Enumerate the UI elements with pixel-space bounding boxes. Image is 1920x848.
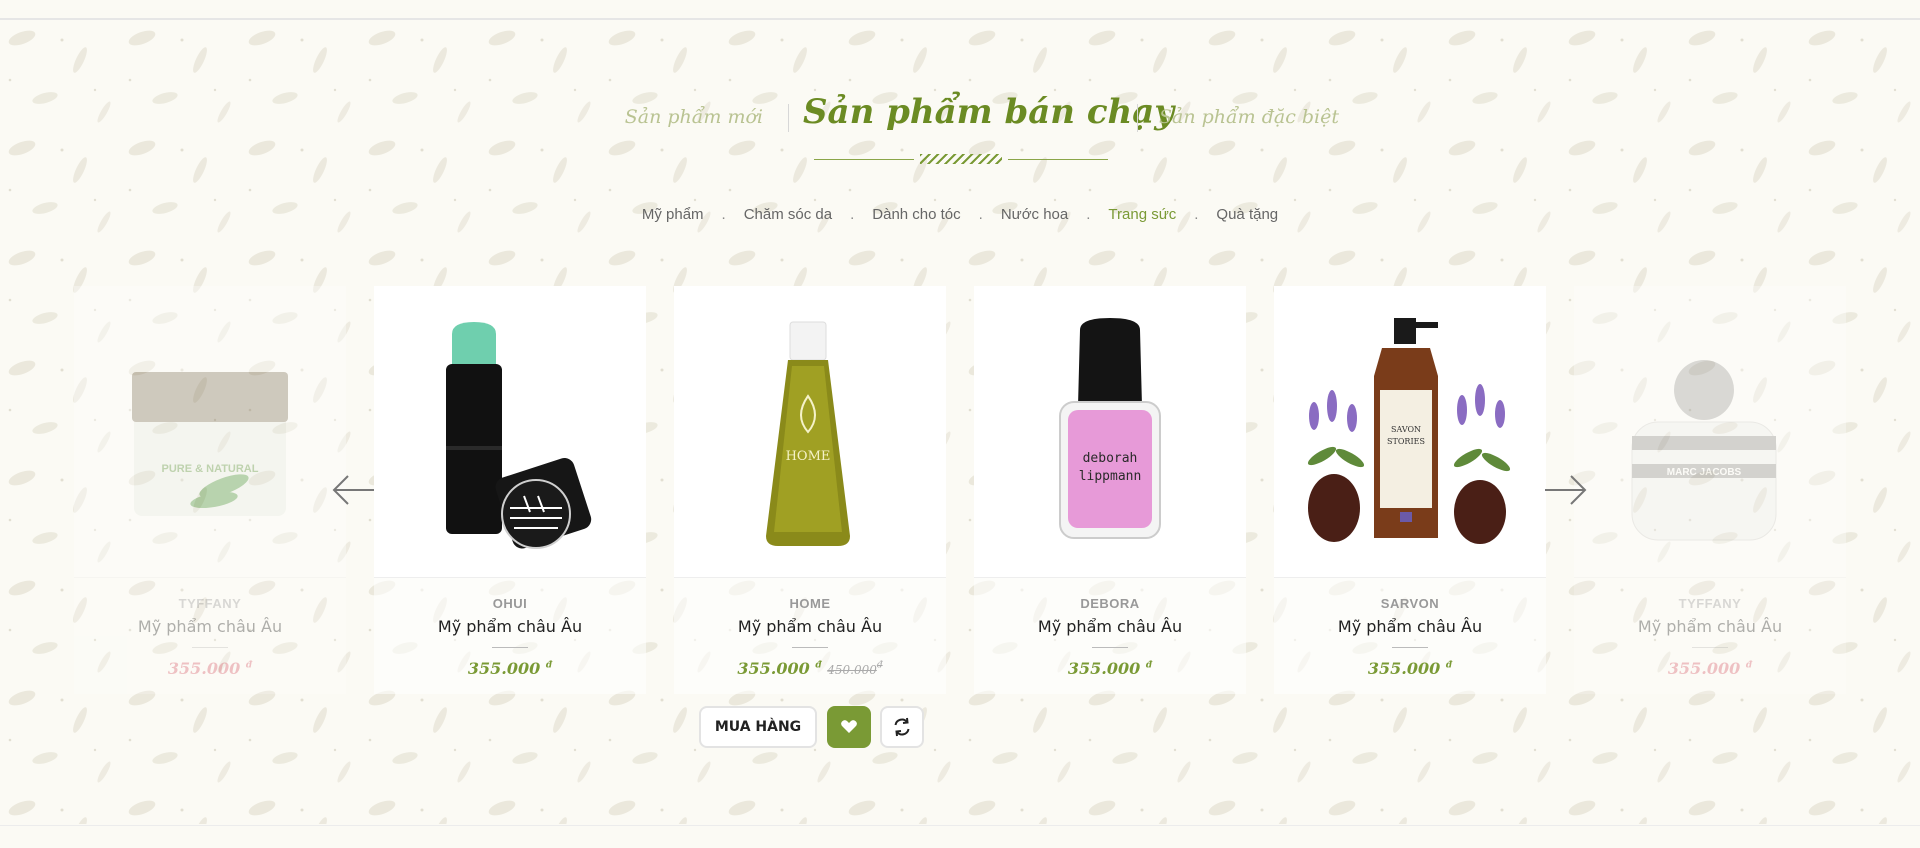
product-info: SARVON Mỹ phẩm châu Âu 355.000 đ: [1274, 578, 1546, 694]
category-qua-tang[interactable]: Quà tặng: [1216, 206, 1278, 223]
tab-divider: [788, 104, 789, 132]
product-brand: SARVON: [1380, 596, 1440, 611]
oil-bottle-image: HOME: [766, 321, 850, 546]
product-name[interactable]: Mỹ phẩm châu Âu: [974, 617, 1246, 636]
perfume-bottle-image: MARC JACOBS: [1631, 360, 1777, 541]
price-value: 355.000: [1367, 659, 1441, 678]
category-trang-suc[interactable]: Trang sức: [1108, 206, 1176, 223]
product-image[interactable]: HOME: [674, 286, 946, 578]
product-info: DEBORA Mỹ phẩm châu Âu 355.000 đ: [974, 578, 1246, 694]
category-filter: Mỹ phẩm. Chăm sóc da. Dành cho tóc. Nước ho…: [0, 206, 1920, 223]
product-image[interactable]: SAVON STORIES: [1274, 286, 1546, 578]
product-price: 355.000 đ 450.000đ: [674, 659, 946, 678]
category-separator: .: [978, 206, 983, 223]
arrow-right-icon[interactable]: [1543, 472, 1589, 508]
tab-special-products[interactable]: Sản phẩm đặc biệt: [1159, 106, 1339, 128]
ornament-hatch: [920, 154, 1002, 164]
bottle-label: HOME: [786, 449, 831, 464]
perfume-label: MARC JACOBS: [1667, 467, 1742, 478]
product-price: 355.000 đ: [1574, 659, 1846, 678]
old-currency-symbol: đ: [876, 660, 883, 671]
product-price: 355.000 đ: [374, 659, 646, 678]
currency-symbol: đ: [1145, 660, 1153, 671]
product-card[interactable]: deborah lippmann DEBORA Mỹ phẩm châu Âu …: [974, 286, 1246, 694]
refresh-icon: [894, 717, 910, 737]
price-value: 355.000: [167, 659, 241, 678]
category-separator: .: [1194, 206, 1199, 223]
buy-button[interactable]: MUA HÀNG: [699, 706, 817, 748]
tab-divider: [1137, 104, 1138, 132]
name-underline: [792, 647, 828, 648]
title-ornament: [814, 152, 1108, 166]
name-underline: [1692, 647, 1728, 648]
soap-label: SAVON: [1391, 425, 1421, 434]
product-name[interactable]: Mỹ phẩm châu Âu: [1274, 617, 1546, 636]
price-value: 355.000: [467, 659, 541, 678]
category-separator: .: [850, 206, 855, 223]
price-value: 355.000: [1667, 659, 1741, 678]
soap-label: STORIES: [1387, 437, 1425, 446]
ornament-line-left: [814, 159, 914, 160]
product-price: 355.000 đ: [974, 659, 1246, 678]
nail-polish-image: deborah lippmann: [1059, 318, 1161, 539]
product-info: TYFFANY Mỹ phẩm châu Âu 355.000 đ: [1574, 578, 1846, 694]
polish-label: deborah: [1083, 451, 1138, 466]
product-card[interactable]: MARC JACOBS TYFFANY Mỹ phẩm châu Âu 355.…: [1574, 286, 1846, 694]
product-price: 355.000 đ: [74, 659, 346, 678]
arrow-left-icon[interactable]: [330, 472, 376, 508]
product-brand: TYFFANY: [1678, 596, 1742, 611]
product-card[interactable]: PURE & NATURAL TYFFANY Mỹ phẩm châu Âu 3…: [74, 286, 346, 694]
product-info: HOME Mỹ phẩm châu Âu 355.000 đ 450.000đ: [674, 578, 946, 694]
currency-symbol: đ: [245, 660, 253, 671]
category-separator: .: [721, 206, 726, 223]
product-image[interactable]: [374, 286, 646, 578]
name-underline: [192, 647, 228, 648]
soap-bottle-image: SAVON STORIES: [1307, 318, 1511, 544]
currency-symbol: đ: [1445, 660, 1453, 671]
product-card[interactable]: HOME HOME Mỹ phẩm châu Âu 355.000 đ 450.…: [674, 286, 946, 694]
price-value: 355.000: [1067, 659, 1141, 678]
price-value: 355.000: [737, 659, 810, 678]
product-info: TYFFANY Mỹ phẩm châu Âu 355.000 đ: [74, 578, 346, 694]
product-name[interactable]: Mỹ phẩm châu Âu: [374, 617, 646, 636]
product-image[interactable]: deborah lippmann: [974, 286, 1246, 578]
polish-label: lippmann: [1079, 469, 1142, 484]
currency-symbol: đ: [545, 660, 553, 671]
category-separator: .: [1086, 206, 1091, 223]
name-underline: [492, 647, 528, 648]
product-brand: DEBORA: [1080, 596, 1140, 611]
category-cham-soc-da[interactable]: Chăm sóc da: [744, 206, 832, 223]
product-card[interactable]: SAVON STORIES SARVON Mỹ phẩm châu Âu 355…: [1274, 286, 1546, 694]
product-name[interactable]: Mỹ phẩm châu Âu: [74, 617, 346, 636]
product-card[interactable]: OHUI Mỹ phẩm châu Âu 355.000 đ: [374, 286, 646, 694]
compare-button[interactable]: [880, 706, 924, 748]
category-nuoc-hoa[interactable]: Nước hoa: [1001, 206, 1068, 223]
cream-jar-image: PURE & NATURAL: [132, 372, 288, 516]
section-tabs: Sản phẩm mới Sản phẩm bán chạy Sản phẩm …: [0, 92, 1920, 142]
tab-new-products[interactable]: Sản phẩm mới: [625, 106, 763, 128]
lipstick-image: [446, 322, 592, 549]
product-image[interactable]: PURE & NATURAL: [74, 286, 346, 578]
tab-best-sellers[interactable]: Sản phẩm bán chạy: [803, 92, 1174, 132]
bottom-divider: [0, 825, 1920, 826]
name-underline: [1392, 647, 1428, 648]
product-brand: TYFFANY: [178, 596, 242, 611]
category-danh-cho-toc[interactable]: Dành cho tóc: [872, 206, 960, 223]
currency-symbol: đ: [1745, 660, 1753, 671]
product-image[interactable]: MARC JACOBS: [1574, 286, 1846, 578]
name-underline: [1092, 647, 1128, 648]
currency-symbol: đ: [815, 660, 822, 671]
wishlist-button[interactable]: [827, 706, 871, 748]
product-name[interactable]: Mỹ phẩm châu Âu: [1574, 617, 1846, 636]
category-my-pham[interactable]: Mỹ phẩm: [642, 206, 704, 223]
ornament-line-right: [1008, 159, 1108, 160]
product-brand: HOME: [789, 596, 831, 611]
product-name[interactable]: Mỹ phẩm châu Âu: [674, 617, 946, 636]
jar-label: PURE & NATURAL: [162, 463, 259, 475]
product-brand: OHUI: [492, 596, 528, 611]
product-price: 355.000 đ: [1274, 659, 1546, 678]
heart-icon: [841, 720, 857, 733]
product-info: OHUI Mỹ phẩm châu Âu 355.000 đ: [374, 578, 646, 694]
old-price: 450.000: [827, 663, 877, 677]
